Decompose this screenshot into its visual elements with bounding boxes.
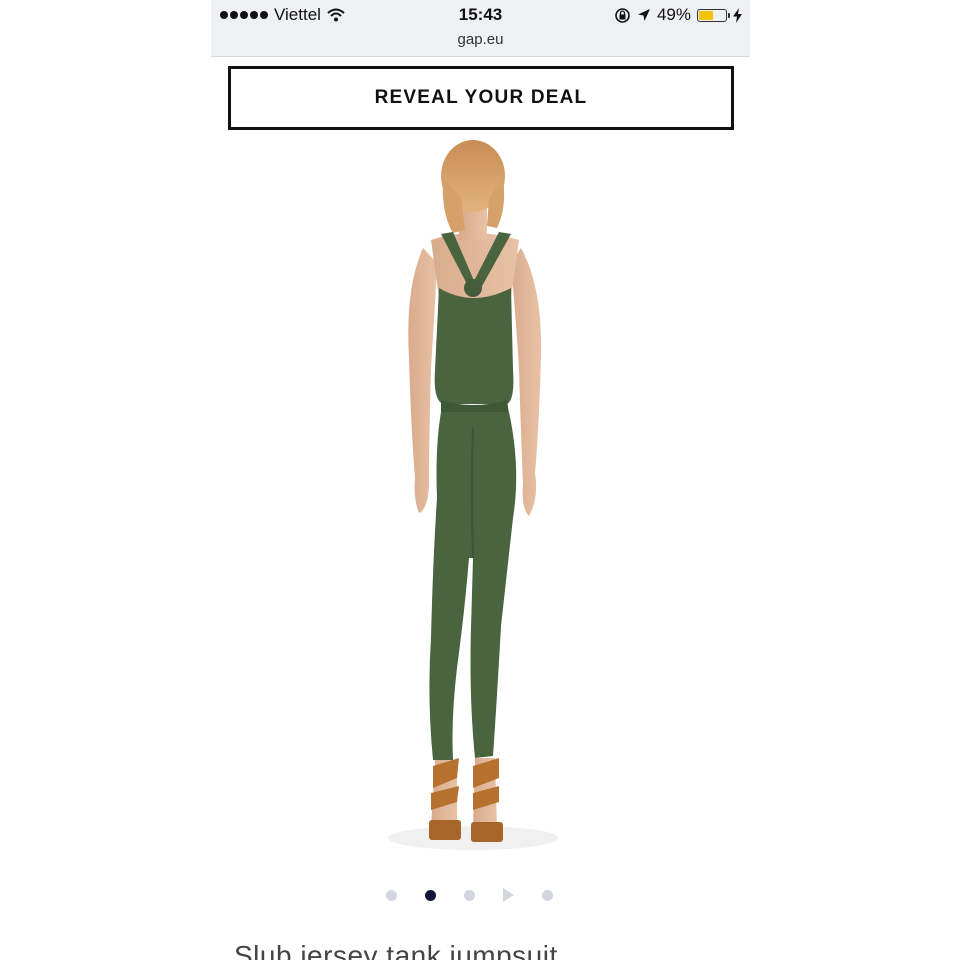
location-arrow-icon xyxy=(637,9,650,21)
charging-bolt-icon xyxy=(733,7,742,23)
battery-percent: 49% xyxy=(656,5,691,24)
status-right: 49% xyxy=(614,5,742,25)
carousel-dot[interactable] xyxy=(542,889,553,901)
url-bar[interactable]: gap.eu xyxy=(211,31,750,48)
carousel-dot[interactable] xyxy=(386,889,397,901)
product-title: Slub jersey tank jumpsuit xyxy=(234,940,558,960)
battery-icon xyxy=(697,8,730,22)
carousel-dot-active[interactable] xyxy=(425,889,436,901)
play-icon[interactable] xyxy=(503,888,514,902)
phone-screen: Viettel 15:43 49% gap.eu REVEAL YOUR DEA… xyxy=(211,0,750,960)
reveal-deal-button[interactable]: REVEAL YOUR DEAL xyxy=(228,66,734,130)
battery-level xyxy=(699,10,713,20)
orientation-lock-icon xyxy=(615,7,630,23)
status-bar: Viettel 15:43 49% gap.eu xyxy=(211,0,750,57)
product-image[interactable] xyxy=(361,138,601,868)
image-carousel-indicators xyxy=(211,888,739,902)
carousel-dot[interactable] xyxy=(464,889,475,901)
